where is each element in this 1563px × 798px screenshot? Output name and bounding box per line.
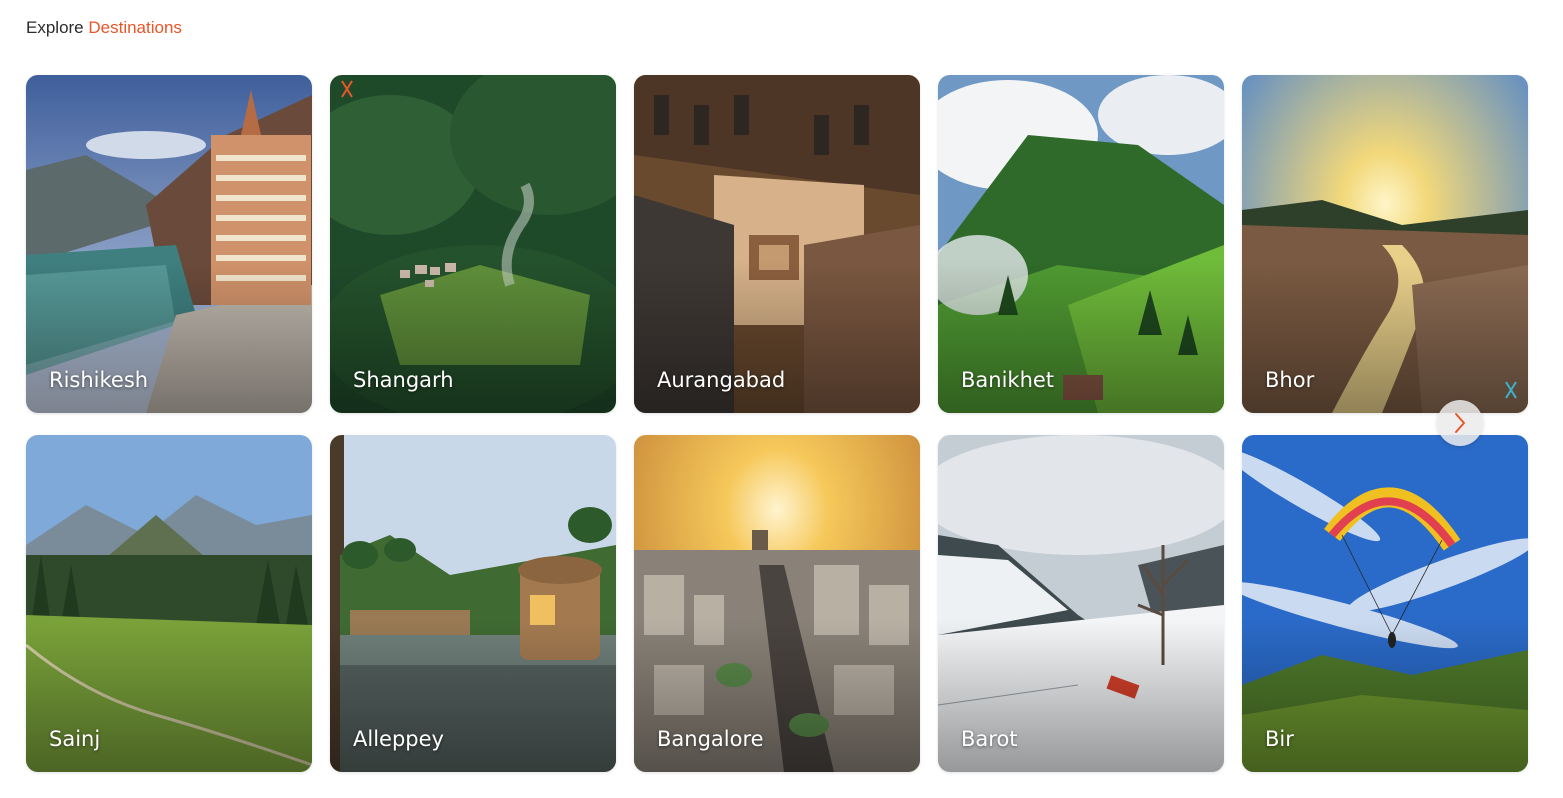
destination-card-aurangabad[interactable]: Aurangabad <box>634 75 920 413</box>
section-title-accent: Destinations <box>88 18 182 37</box>
destination-name: Bir <box>1265 727 1294 751</box>
destination-name: Rishikesh <box>49 368 149 392</box>
destination-name: Banikhet <box>961 368 1055 392</box>
destination-name: Sainj <box>49 727 101 751</box>
brand-logo-icon <box>340 79 354 104</box>
destination-card-bangalore[interactable]: Bangalore <box>634 435 920 772</box>
destination-card-bhor[interactable]: Bhor <box>1242 75 1528 413</box>
destination-card-shangarh[interactable]: Shangarh <box>330 75 616 413</box>
destination-name: Alleppey <box>353 727 444 751</box>
brand-logo-icon <box>1504 380 1518 405</box>
destination-name: Shangarh <box>353 368 454 392</box>
destination-name: Bhor <box>1265 368 1315 392</box>
carousel-next-button[interactable] <box>1437 400 1483 446</box>
destination-card-sainj[interactable]: Sainj <box>26 435 312 772</box>
destination-card-barot[interactable]: Barot <box>938 435 1224 772</box>
destination-card-alleppey[interactable]: Alleppey <box>330 435 616 772</box>
destinations-grid: Rishikesh Shangarh Aurangabad Banikhet B… <box>26 75 1528 772</box>
destination-card-rishikesh[interactable]: Rishikesh <box>26 75 312 413</box>
destination-name: Bangalore <box>657 727 764 751</box>
destination-card-bir[interactable]: Bir <box>1242 435 1528 772</box>
destination-card-banikhet[interactable]: Banikhet <box>938 75 1224 413</box>
destination-name: Barot <box>961 727 1018 751</box>
chevron-right-icon <box>1455 413 1465 433</box>
destination-name: Aurangabad <box>657 368 786 392</box>
section-title-prefix: Explore <box>26 18 84 37</box>
section-title: Explore Destinations <box>26 17 182 39</box>
